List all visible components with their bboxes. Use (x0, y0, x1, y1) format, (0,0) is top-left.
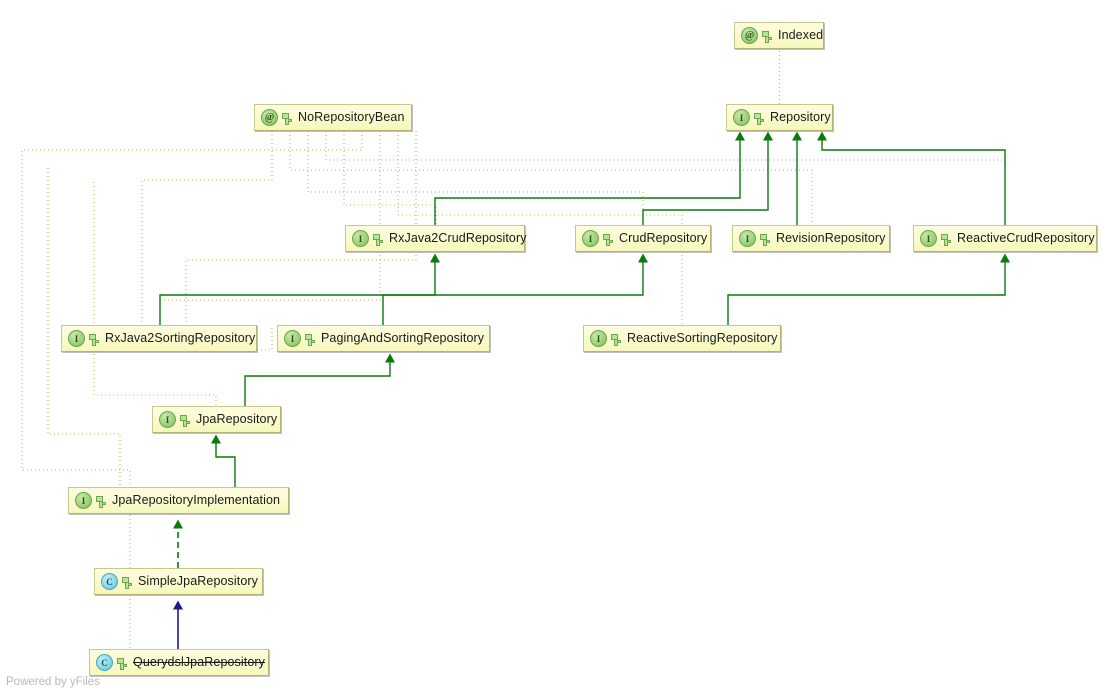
interface-i-icon: I (590, 330, 607, 347)
interface-i-icon: I (920, 230, 937, 247)
node-label: JpaRepository (196, 412, 278, 427)
node-label: RxJava2CrudRepository (389, 231, 527, 246)
node-jparepositoryimplementation[interactable]: I JpaRepositoryImplementation (68, 487, 289, 514)
public-key-icon (941, 233, 952, 246)
edge-reactivecrud-to-repository (817, 131, 1006, 225)
public-key-icon (611, 333, 622, 346)
node-revisionrepository[interactable]: I RevisionRepository (732, 225, 890, 252)
node-reactivecrudrepository[interactable]: I ReactiveCrudRepository (913, 225, 1097, 252)
public-key-icon (754, 112, 765, 125)
public-key-icon (760, 233, 771, 246)
interface-i-icon: I (352, 230, 369, 247)
edge-reactivesorting-to-reactivecrud (727, 253, 1010, 325)
public-key-icon (180, 414, 191, 427)
public-key-icon (96, 495, 107, 508)
node-jparepository[interactable]: I JpaRepository (152, 406, 281, 433)
class-c-icon: C (101, 573, 118, 590)
interface-i-icon: I (159, 411, 176, 428)
node-querydsljparepository[interactable]: C QuerydslJpaRepository (89, 649, 269, 676)
interface-i-icon: I (284, 330, 301, 347)
interface-i-icon: I (739, 230, 756, 247)
node-label: CrudRepository (619, 231, 708, 246)
edge-crud-to-repository (642, 131, 773, 225)
node-reactivesortingrepository[interactable]: I ReactiveSortingRepository (583, 325, 781, 352)
interface-i-icon: I (582, 230, 599, 247)
node-label: SimpleJpaRepository (138, 574, 259, 589)
node-indexed[interactable]: @ Indexed (734, 22, 824, 49)
node-repository[interactable]: I Repository (726, 104, 833, 131)
edge-rxjava2crud-to-repository (434, 131, 745, 225)
node-simplejparepository[interactable]: C SimpleJpaRepository (94, 568, 263, 595)
edge-jpaimpl-to-jparepository (211, 434, 236, 487)
edge-paging-to-crud (382, 253, 648, 325)
annotation-at-icon: @ (741, 27, 758, 44)
node-label: Indexed (778, 28, 824, 43)
public-key-icon (603, 233, 614, 246)
node-label: RxJava2SortingRepository (105, 331, 256, 346)
node-pagingandsortingrepository[interactable]: I PagingAndSortingRepository (277, 325, 490, 352)
class-c-icon: C (96, 654, 113, 671)
node-label: QuerydslJpaRepository (133, 655, 266, 670)
interface-i-icon: I (733, 109, 750, 126)
edge-jparepository-to-paging (244, 353, 395, 406)
public-key-icon (117, 657, 128, 670)
node-label: RevisionRepository (776, 231, 886, 246)
public-key-icon (282, 112, 293, 125)
public-key-icon (305, 333, 316, 346)
node-crudrepository[interactable]: I CrudRepository (575, 225, 711, 252)
node-label: ReactiveSortingRepository (627, 331, 778, 346)
node-rxjava2crudrepository[interactable]: I RxJava2CrudRepository (345, 225, 527, 252)
public-key-icon (122, 576, 133, 589)
node-label: JpaRepositoryImplementation (112, 493, 281, 508)
yfiles-watermark: Powered by yFiles (6, 676, 100, 688)
class-diagram-canvas: @ Indexed @ NoRepositoryBean I Repositor… (0, 0, 1119, 698)
node-label: Repository (770, 110, 831, 125)
public-key-icon (762, 30, 773, 43)
interface-i-icon: I (75, 492, 92, 509)
node-label: PagingAndSortingRepository (321, 331, 485, 346)
node-rxjava2sortingrepository[interactable]: I RxJava2SortingRepository (61, 325, 257, 352)
edge-rxjava2sorting-to-rxjava2crud (159, 253, 440, 325)
public-key-icon (373, 233, 384, 246)
public-key-icon (89, 333, 100, 346)
node-label: ReactiveCrudRepository (957, 231, 1095, 246)
node-norepositorybean[interactable]: @ NoRepositoryBean (254, 104, 412, 131)
interface-i-icon: I (68, 330, 85, 347)
annotation-at-icon: @ (261, 109, 278, 126)
node-label: NoRepositoryBean (298, 110, 405, 125)
